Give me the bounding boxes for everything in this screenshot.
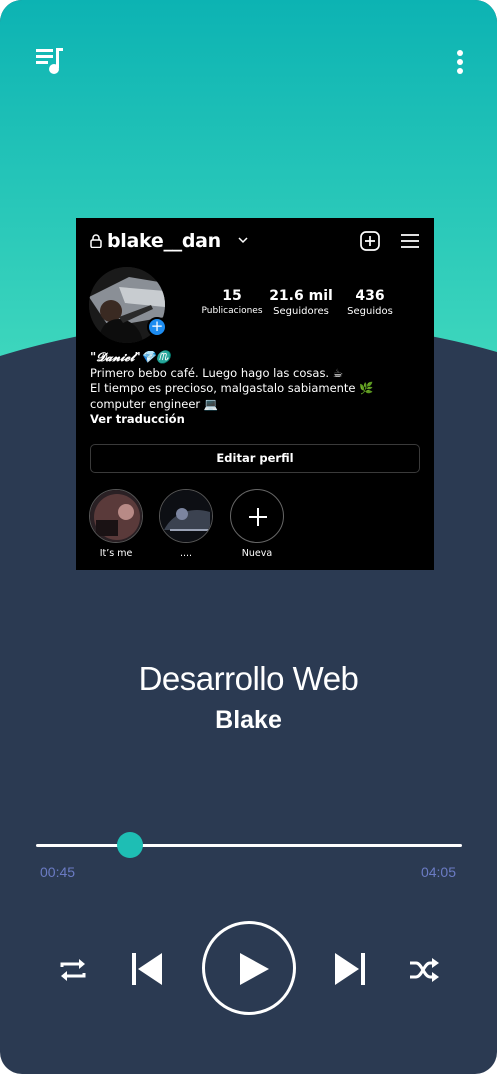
play-icon [240, 953, 269, 985]
ig-header: blake__dan [90, 230, 420, 252]
progress-track[interactable] [36, 844, 462, 847]
ig-highlight-new: Nueva [229, 489, 285, 559]
ig-display-name: "𝓓𝓪𝓷𝓲𝓮𝓵"💎♏ [90, 350, 171, 364]
progress-thumb[interactable] [116, 832, 143, 858]
artist-name: Blake [215, 706, 282, 734]
ig-username: blake__dan [107, 230, 221, 252]
ig-bio-line: El tiempo es precioso, malgastalo sabiam… [90, 381, 374, 411]
ig-stat-following: 436 Seguidos [347, 288, 393, 317]
repeat-icon[interactable] [56, 955, 90, 985]
ig-see-translation: Ver traducción [90, 412, 185, 426]
shuffle-icon[interactable] [408, 955, 440, 985]
ig-edit-profile-button: Editar perfil [90, 444, 420, 473]
ig-stat-followers: 21.6 mil Seguidores [269, 288, 333, 317]
previous-icon[interactable] [130, 950, 164, 988]
lock-icon [90, 234, 102, 248]
chevron-down-icon [238, 237, 248, 244]
ig-highlight: It’s me [88, 489, 144, 559]
playlist-icon[interactable] [34, 44, 66, 76]
current-time: 00:45 [40, 864, 76, 880]
album-art-instagram-profile: blake__dan + 15 Publicaciones 21.6 mil S… [76, 218, 434, 570]
add-story-icon: + [147, 317, 167, 337]
ig-bio-line: Primero bebo café. Luego hago las cosas.… [90, 365, 344, 380]
ig-bio: "𝓓𝓪𝓷𝓲𝓮𝓵"💎♏ Primero bebo café. Luego hago… [90, 350, 426, 428]
more-vertical-icon[interactable] [455, 48, 465, 78]
song-title: Desarrollo Web [138, 660, 359, 697]
hamburger-menu-icon [401, 234, 419, 248]
play-button[interactable] [202, 921, 296, 1015]
next-icon[interactable] [333, 950, 367, 988]
music-player-screen: blake__dan + 15 Publicaciones 21.6 mil S… [0, 0, 497, 1074]
plus-icon [249, 508, 267, 526]
ig-stat-posts: 15 Publicaciones [201, 288, 263, 316]
ig-highlight: .... [158, 489, 214, 559]
new-post-icon [360, 231, 380, 251]
total-time: 04:05 [420, 864, 456, 880]
